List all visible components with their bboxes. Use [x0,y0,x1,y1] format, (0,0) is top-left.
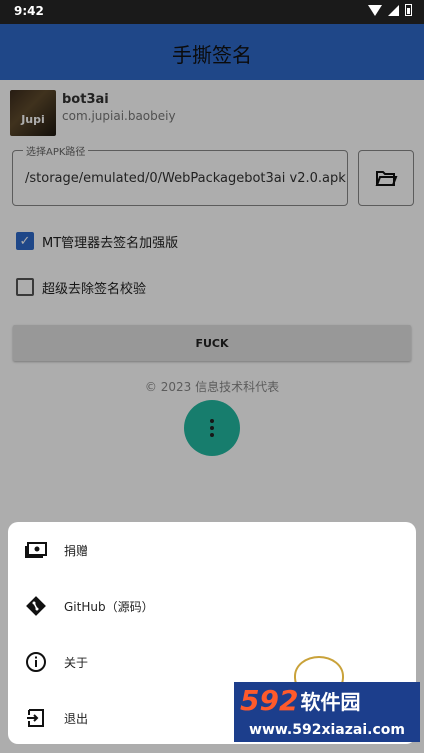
menu-item-label: 退出 [64,711,89,726]
watermark-brand: 592 软件园 [234,682,420,718]
menu-item-github[interactable]: GitHub（源码） [8,578,416,634]
wifi-icon [368,4,382,16]
exit-icon [24,706,48,730]
watermark-logo: 592 软件园 www.592xiazai.com [234,682,420,746]
status-time: 9:42 [14,4,44,18]
menu-item-label: GitHub（源码） [64,599,154,614]
status-bar: 9:42 [0,0,424,24]
git-icon [24,594,48,618]
signal-icon [388,4,399,16]
menu-item-label: 捐赠 [64,543,89,558]
battery-icon [405,4,412,16]
watermark-number: 592 [240,683,299,717]
menu-item-donate[interactable]: 捐赠 [8,522,416,578]
status-icons [368,4,412,16]
menu-item-label: 关于 [64,655,89,670]
info-icon [24,650,48,674]
money-icon [24,538,48,562]
watermark-url: www.592xiazai.com [234,718,420,742]
watermark-text: 软件园 [300,689,361,714]
